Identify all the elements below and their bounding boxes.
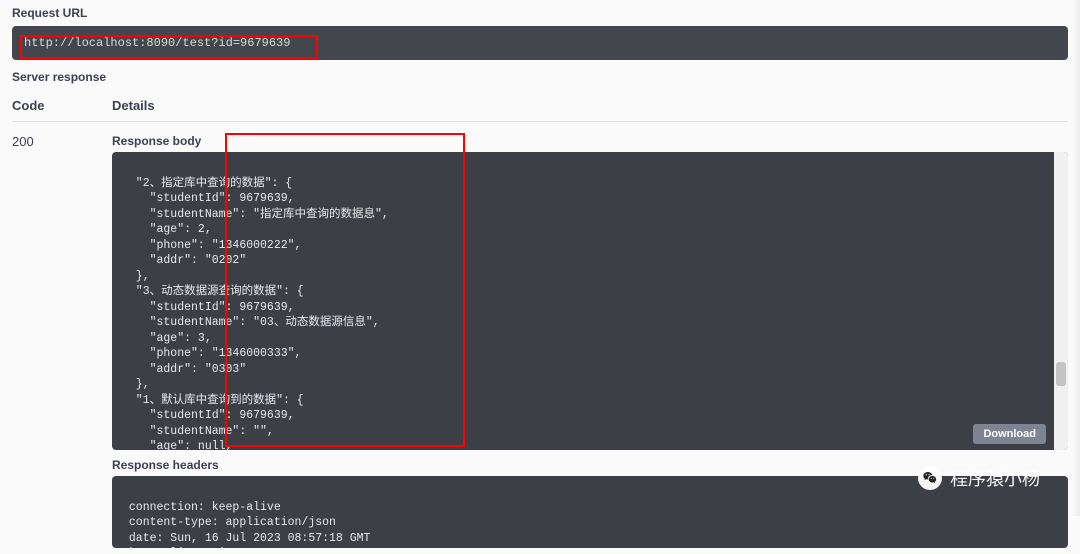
server-response-label: Server response — [12, 70, 1068, 84]
request-url-section: Request URL http://localhost:8090/test?i… — [0, 0, 1080, 66]
column-code: Code — [12, 98, 112, 113]
scrollbar-thumb[interactable] — [1056, 362, 1066, 386]
request-url-box: http://localhost:8090/test?id=9679639 — [12, 26, 1068, 60]
watermark: 程序猿小杨 — [918, 465, 1040, 491]
column-details: Details — [112, 98, 1068, 113]
request-url-value: http://localhost:8090/test?id=9679639 — [24, 36, 290, 50]
response-code: 200 — [12, 132, 112, 548]
watermark-text: 程序猿小杨 — [950, 465, 1040, 491]
download-button[interactable]: Download — [973, 424, 1046, 444]
wechat-icon — [918, 466, 942, 490]
response-body-block[interactable]: "2、指定库中查询的数据": { "studentId": 9679639, "… — [112, 152, 1068, 450]
response-body-text: "2、指定库中查询的数据": { "studentId": 9679639, "… — [122, 176, 1058, 450]
response-body-wrap: Response body "2、指定库中查询的数据": { "studentI… — [112, 134, 1068, 450]
response-headers-text: connection: keep-alive content-type: app… — [122, 500, 1058, 548]
scrollbar-track[interactable] — [1054, 152, 1068, 450]
response-row: 200 Response body "2、指定库中查询的数据": { "stud… — [12, 132, 1068, 548]
page-shadow — [1072, 0, 1080, 516]
response-body-label: Response body — [112, 134, 1068, 148]
request-url-label: Request URL — [12, 6, 1068, 20]
response-columns-header: Code Details — [12, 90, 1068, 122]
